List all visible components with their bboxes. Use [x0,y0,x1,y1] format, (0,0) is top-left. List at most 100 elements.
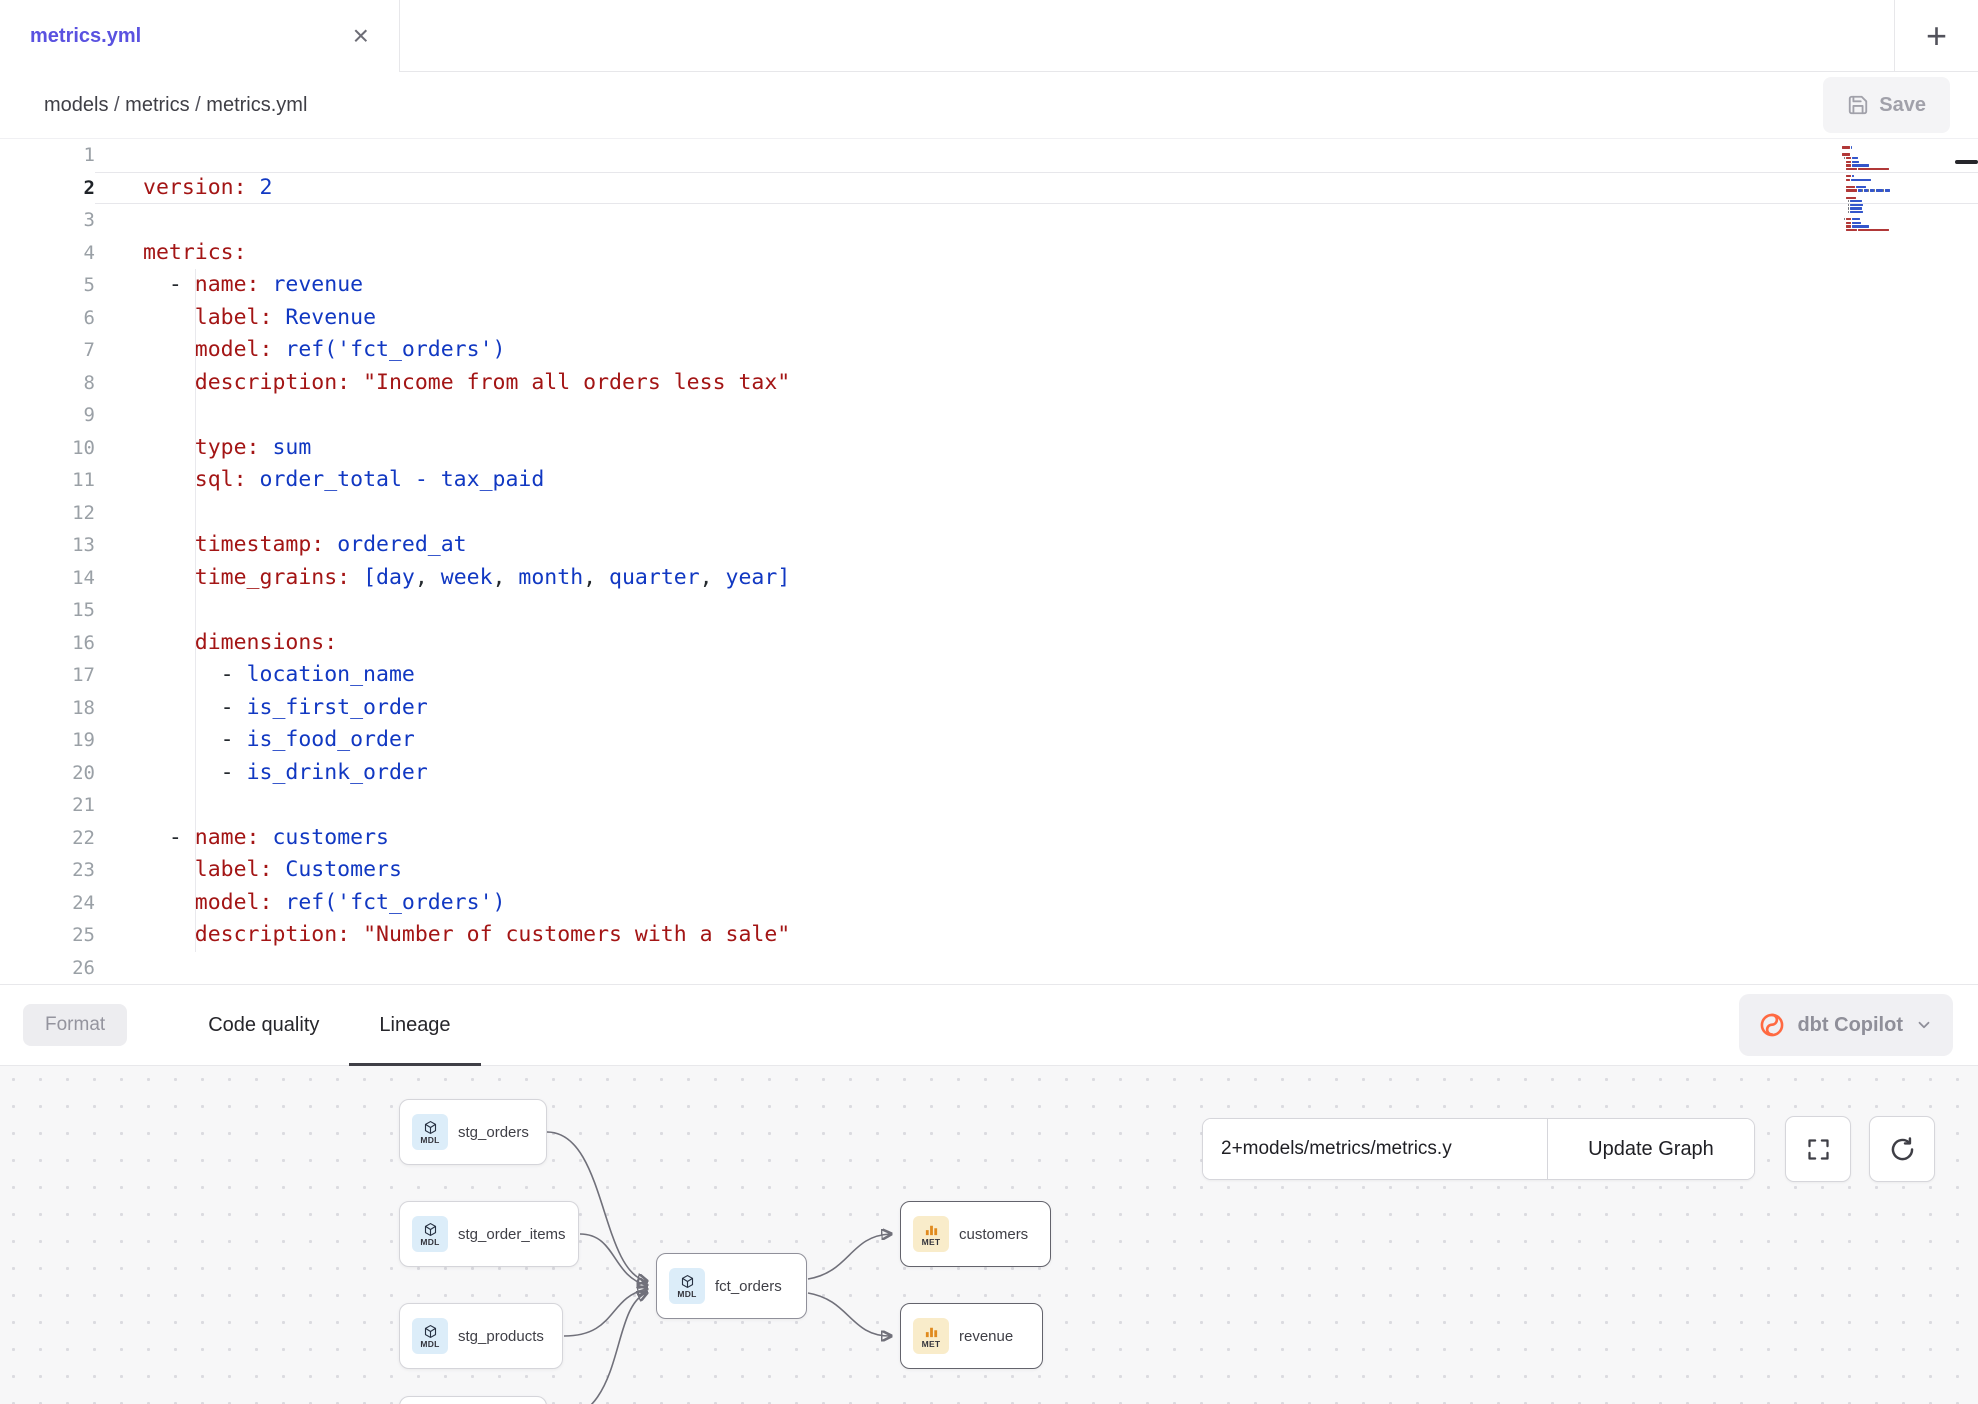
file-header-row: models / metrics / metrics.yml Save [0,72,1978,139]
update-graph-button[interactable]: Update Graph [1547,1119,1754,1179]
code-line[interactable]: 14 time_grains: [day, week, month, quart… [0,562,1978,595]
metric-icon: MET [913,1318,949,1354]
line-number: 5 [0,269,95,302]
lineage-node-stg_products[interactable]: MDLstg_products [399,1303,563,1369]
dbt-copilot-button[interactable]: dbt Copilot [1739,994,1953,1056]
code-text [95,789,1978,822]
code-line[interactable]: 13 timestamp: ordered_at [0,529,1978,562]
node-label: customers [959,1226,1028,1243]
code-text [95,204,1978,237]
code-text: model: ref('fct_orders') [95,334,1978,367]
code-line[interactable]: 16 dimensions: [0,627,1978,660]
line-number: 16 [0,627,95,660]
new-tab-button[interactable]: + [1894,0,1978,72]
code-line[interactable]: 19 - is_food_order [0,724,1978,757]
code-line[interactable]: 20 - is_drink_order [0,757,1978,790]
code-line[interactable]: 2version: 2 [0,172,1978,205]
line-number: 11 [0,464,95,497]
code-line[interactable]: 6 label: Revenue [0,302,1978,335]
lineage-edge [808,1234,890,1279]
code-text: type: sum [95,432,1978,465]
tab-bar-spacer [400,0,1894,72]
lineage-panel[interactable]: MDL stg_orders MDLstg_order_items MDLstg_pr… [0,1066,1978,1404]
selector-group: Update Graph [1202,1118,1755,1180]
save-button-label: Save [1879,94,1926,117]
line-number: 13 [0,529,95,562]
code-text: dimensions: [95,627,1978,660]
line-number: 7 [0,334,95,367]
code-text: - location_name [95,659,1978,692]
code-line[interactable]: 5 - name: revenue [0,269,1978,302]
refresh-button[interactable] [1869,1116,1935,1182]
code-text [95,497,1978,530]
line-number: 9 [0,399,95,432]
code-line[interactable]: 12 [0,497,1978,530]
model-icon: MDL [412,1318,448,1354]
code-line[interactable]: 26 [0,952,1978,985]
tab-code-quality[interactable]: Code quality [178,985,349,1065]
lineage-node-stg_orders[interactable]: MDL stg_orders [399,1099,547,1165]
code-line[interactable]: 21 [0,789,1978,822]
line-number: 8 [0,367,95,400]
lineage-edge [580,1234,646,1285]
fullscreen-icon [1805,1136,1832,1163]
code-line[interactable]: 3 [0,204,1978,237]
code-line[interactable]: 24 model: ref('fct_orders') [0,887,1978,920]
code-line[interactable]: 8 description: "Income from all orders l… [0,367,1978,400]
code-line[interactable]: 18 - is_first_order [0,692,1978,725]
minimap[interactable] [1842,142,1896,235]
line-number: 19 [0,724,95,757]
lineage-node-partial_node[interactable]: MDL [399,1396,547,1404]
line-number: 22 [0,822,95,855]
breadcrumb-item[interactable]: metrics.yml [206,94,307,117]
breadcrumb-item[interactable]: models [44,94,108,117]
ide-window: metrics.yml × + models / metrics / metri… [0,0,1978,1404]
model-icon: MDL [412,1114,448,1150]
node-label: fct_orders [715,1278,782,1295]
lineage-node-revenue[interactable]: MET revenue [900,1303,1043,1369]
breadcrumb-separator: / [108,94,125,117]
code-line[interactable]: 10 type: sum [0,432,1978,465]
line-number: 24 [0,887,95,920]
lineage-node-fct_orders[interactable]: MDLfct_orders [656,1253,807,1319]
lineage-node-stg_order_items[interactable]: MDLstg_order_items [399,1201,579,1267]
line-number: 20 [0,757,95,790]
code-line[interactable]: 1 [0,139,1978,172]
save-button[interactable]: Save [1823,77,1950,133]
line-number: 1 [0,139,95,172]
lineage-selector-input[interactable] [1203,1119,1547,1179]
code-line[interactable]: 7 model: ref('fct_orders') [0,334,1978,367]
line-number: 15 [0,594,95,627]
dbt-logo-icon [1759,1012,1785,1038]
node-label: stg_orders [458,1124,529,1141]
code-line[interactable]: 15 [0,594,1978,627]
line-number: 26 [0,952,95,985]
tab-lineage[interactable]: Lineage [349,985,480,1065]
scrollbar-thumb[interactable] [1955,160,1978,164]
editor-tab-bar: metrics.yml × + [0,0,1978,72]
lineage-node-customers[interactable]: METcustomers [900,1201,1051,1267]
format-button[interactable]: Format [23,1004,127,1046]
chevron-down-icon [1915,1016,1933,1034]
code-line[interactable]: 23 label: Customers [0,854,1978,887]
breadcrumb-item[interactable]: metrics [125,94,189,117]
code-line[interactable]: 9 [0,399,1978,432]
model-icon: MDL [412,1216,448,1252]
tab-metrics-yml[interactable]: metrics.yml × [0,0,400,72]
code-text: time_grains: [day, week, month, quarter,… [95,562,1978,595]
code-text: - is_drink_order [95,757,1978,790]
code-line[interactable]: 25 description: "Number of customers wit… [0,919,1978,952]
code-editor[interactable]: 12version: 234metrics:5 - name: revenue6… [0,139,1978,984]
graph-controls: Update Graph [1202,1116,1935,1182]
code-line[interactable]: 22 - name: customers [0,822,1978,855]
line-number: 6 [0,302,95,335]
code-line[interactable]: 4metrics: [0,237,1978,270]
code-line[interactable]: 11 sql: order_total - tax_paid [0,464,1978,497]
line-number: 4 [0,237,95,270]
node-label: revenue [959,1328,1013,1345]
fullscreen-button[interactable] [1785,1116,1851,1182]
close-icon[interactable]: × [353,22,369,50]
code-text [95,139,1978,172]
code-text: description: "Income from all orders les… [95,367,1978,400]
code-line[interactable]: 17 - location_name [0,659,1978,692]
